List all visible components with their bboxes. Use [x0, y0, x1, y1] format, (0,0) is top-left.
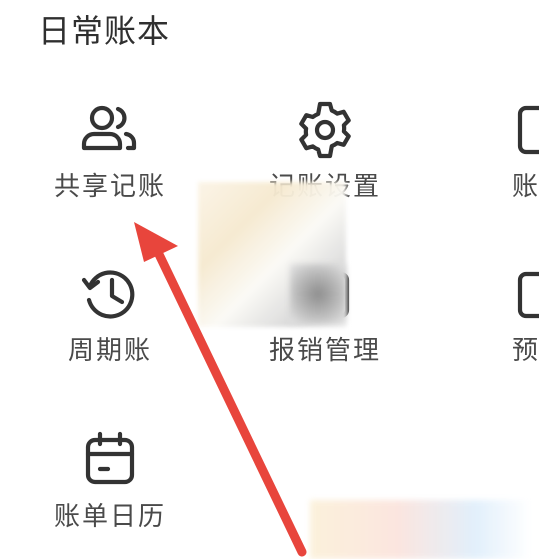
- blurred-icon-overlay: [290, 264, 346, 324]
- people-icon: [78, 98, 142, 162]
- grid-item-label: 共享记账: [53, 172, 166, 202]
- history-clock-icon: [78, 262, 142, 326]
- grid-item-label: 账单: [511, 172, 539, 202]
- daily-ledger-page: 日常账本 共享记账 记账设置 账单: [0, 0, 539, 559]
- grid-item-label: 账单日历: [53, 502, 166, 532]
- blurred-bottom-overlay: [310, 500, 530, 559]
- grid-item-bill-calendar[interactable]: 账单日历: [0, 428, 220, 559]
- grid-item-label: 报销管理: [268, 336, 381, 366]
- grid-item-budget[interactable]: 预算: [430, 262, 539, 402]
- grid-item-label: 周期账: [67, 336, 152, 366]
- calendar-icon: [78, 428, 142, 492]
- document-icon: [508, 98, 539, 162]
- section-title: 日常账本: [38, 12, 171, 50]
- grid-item-label: 预算: [511, 336, 539, 366]
- grid-item-shared-bookkeeping[interactable]: 共享记账: [0, 98, 220, 238]
- grid-item-recurring-bill[interactable]: 周期账: [0, 262, 220, 402]
- budget-icon: [508, 262, 539, 326]
- gear-icon: [293, 98, 357, 162]
- grid-item-bill[interactable]: 账单: [430, 98, 539, 238]
